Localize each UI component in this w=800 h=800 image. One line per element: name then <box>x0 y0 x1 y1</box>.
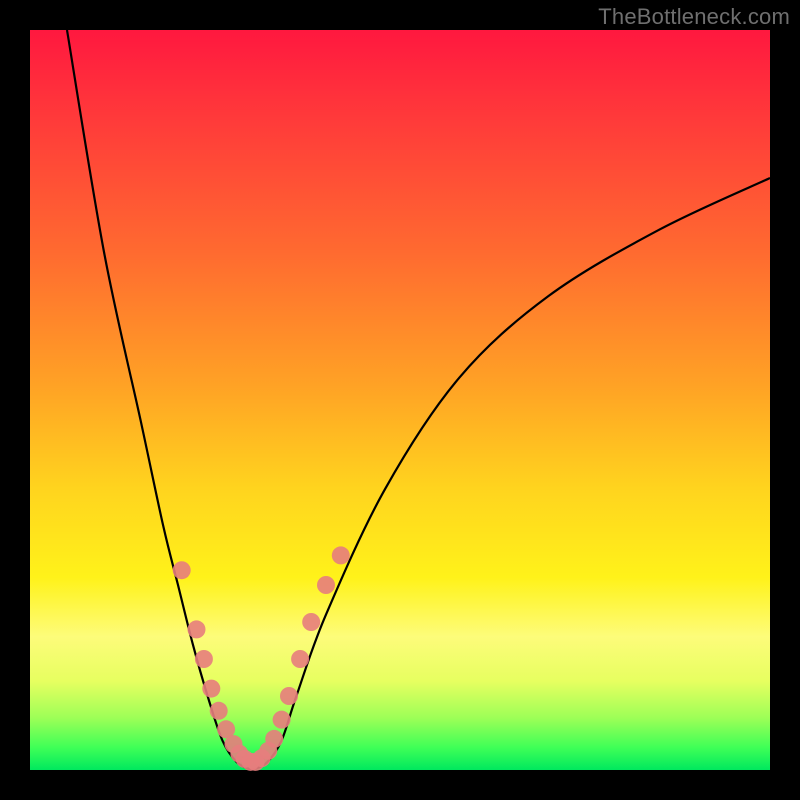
watermark-text: TheBottleneck.com <box>598 4 790 30</box>
marker-dot <box>317 576 335 594</box>
marker-dot <box>265 730 283 748</box>
marker-dot <box>302 613 320 631</box>
marker-dot <box>202 680 220 698</box>
marker-dot <box>273 711 291 729</box>
chart-svg <box>30 30 770 770</box>
marker-dot <box>188 620 206 638</box>
marker-dot <box>280 687 298 705</box>
marker-dot <box>332 546 350 564</box>
marker-group <box>173 546 350 770</box>
marker-dot <box>210 702 228 720</box>
marker-dot <box>195 650 213 668</box>
chart-container: TheBottleneck.com <box>0 0 800 800</box>
left-branch-curve <box>67 30 252 770</box>
marker-dot <box>173 561 191 579</box>
right-branch-curve <box>252 178 770 770</box>
plot-area <box>30 30 770 770</box>
marker-dot <box>291 650 309 668</box>
